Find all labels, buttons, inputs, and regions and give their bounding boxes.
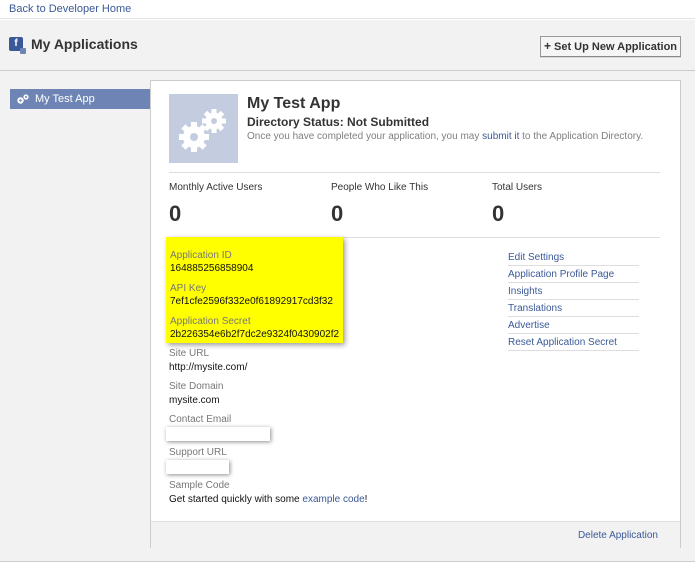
sidebar-item-my-test-app[interactable]: My Test App xyxy=(10,89,150,109)
translations-link[interactable]: Translations xyxy=(508,300,639,317)
site-domain-value: mysite.com xyxy=(169,395,220,406)
insights-link[interactable]: Insights xyxy=(508,283,639,300)
stat-value: 0 xyxy=(492,201,505,226)
sample-code-text-end: ! xyxy=(364,494,368,505)
contact-email-label: Contact Email xyxy=(169,414,232,425)
app-thumbnail xyxy=(169,94,238,163)
directory-note-text: Once you have completed your application… xyxy=(247,131,480,142)
directory-note-text-end: to the Application Directory. xyxy=(522,131,644,142)
page-title: My Applications xyxy=(31,36,138,52)
stat-label: Total Users xyxy=(492,182,543,193)
stat-people-who-like-this: People Who Like This 0 xyxy=(331,182,428,227)
directory-note: Once you have completed your application… xyxy=(247,131,643,142)
api-key-label: API Key xyxy=(170,283,207,294)
divider xyxy=(169,172,660,173)
site-url-label: Site URL xyxy=(169,348,210,359)
stat-monthly-active-users: Monthly Active Users 0 xyxy=(169,182,262,227)
panel-footer: Delete Application xyxy=(151,521,680,548)
back-to-developer-home-link[interactable]: Back to Developer Home xyxy=(9,3,131,15)
sidebar-item-label: My Test App xyxy=(35,93,95,105)
credentials-highlight: Application ID 164885256858904 API Key 7… xyxy=(166,237,343,343)
application-secret-label: Application Secret xyxy=(170,316,251,327)
directory-status: Directory Status: Not Submitted xyxy=(247,115,429,129)
app-actions-menu: Edit Settings Application Profile Page I… xyxy=(508,249,639,351)
app-name: My Test App xyxy=(247,95,341,112)
sample-code-text-start: Get started quickly with some xyxy=(169,494,300,505)
top-bar: Back to Developer Home xyxy=(0,0,695,19)
stat-value: 0 xyxy=(331,201,344,226)
page-header: f My Applications + Set Up New Applicatio… xyxy=(0,20,695,71)
stat-total-users: Total Users 0 xyxy=(492,182,542,227)
directory-status-value: Not Submitted xyxy=(347,115,430,129)
advertise-link[interactable]: Advertise xyxy=(508,317,639,334)
gears-icon xyxy=(17,94,29,104)
reset-application-secret-link[interactable]: Reset Application Secret xyxy=(508,334,639,351)
site-domain-label: Site Domain xyxy=(169,381,224,392)
app-details-panel: My Test App Directory Status: Not Submit… xyxy=(150,80,681,548)
stat-value: 0 xyxy=(169,201,182,226)
gears-icon xyxy=(179,109,226,152)
directory-status-label: Directory Status: xyxy=(247,115,344,129)
example-code-link[interactable]: example code xyxy=(302,494,364,505)
submit-it-link[interactable]: submit it xyxy=(482,131,519,142)
support-url-label: Support URL xyxy=(169,447,227,458)
api-key-value: 7ef1cfe2596f332e0f61892917cd3f32 xyxy=(170,296,333,307)
edit-settings-link[interactable]: Edit Settings xyxy=(508,249,639,266)
stat-label: Monthly Active Users xyxy=(169,182,263,193)
application-secret-value: 2b226354e6b2f7dc2e9324f0430902f2 xyxy=(170,329,340,340)
set-up-new-application-button[interactable]: + Set Up New Application xyxy=(540,36,681,57)
facebook-app-icon: f xyxy=(9,37,26,54)
support-url-redacted xyxy=(166,460,229,474)
delete-application-link[interactable]: Delete Application xyxy=(578,530,658,541)
sidebar: My Test App xyxy=(0,71,150,561)
application-profile-page-link[interactable]: Application Profile Page xyxy=(508,266,639,283)
site-url-value: http://mysite.com/ xyxy=(169,362,248,373)
contact-email-redacted xyxy=(166,427,270,441)
set-up-new-application-label: Set Up New Application xyxy=(553,41,678,53)
plus-icon: + xyxy=(543,39,551,53)
bottom-border xyxy=(0,561,695,562)
sample-code-label: Sample Code xyxy=(169,480,230,491)
sample-code-text: Get started quickly with some example co… xyxy=(169,494,367,505)
application-id-label: Application ID xyxy=(170,250,232,261)
stat-label: People Who Like This xyxy=(331,182,429,193)
application-id-value: 164885256858904 xyxy=(170,263,254,274)
